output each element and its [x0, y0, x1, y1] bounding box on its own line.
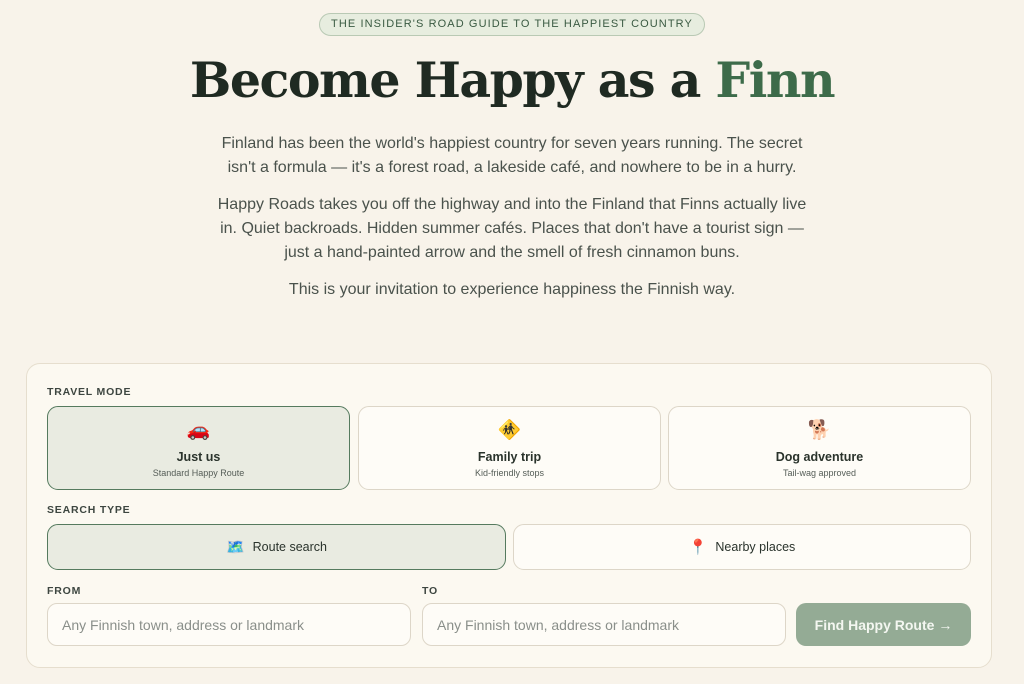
mode-title: Just us	[176, 450, 221, 464]
mode-subtitle: Tail-wag approved	[782, 468, 857, 478]
pin-icon: 📍	[688, 539, 708, 556]
intro-paragraph-1: Finland has been the world's happiest co…	[221, 135, 803, 176]
from-label: FROM	[47, 585, 82, 597]
search-type-label-text: Nearby places	[715, 540, 796, 554]
travel-mode-family-trip[interactable]: 🚸 Family trip Kid-friendly stops	[358, 406, 661, 490]
car-icon: 🚗	[186, 420, 211, 441]
title-main: Become Happy as a	[189, 51, 716, 109]
search-type-label: SEARCH TYPE	[47, 504, 131, 516]
landing-page: THE INSIDER'S ROAD GUIDE TO THE HAPPIEST…	[0, 0, 1024, 684]
title-accent: Finn	[715, 51, 835, 109]
to-label: TO	[422, 585, 438, 597]
eyebrow-wrapper: THE INSIDER'S ROAD GUIDE TO THE HAPPIEST…	[0, 13, 1024, 36]
map-icon: 🗺️	[225, 539, 245, 556]
mode-subtitle: Standard Happy Route	[152, 468, 245, 478]
mode-subtitle: Kid-friendly stops	[474, 468, 545, 478]
travel-mode-dog-adventure[interactable]: 🐕 Dog adventure Tail-wag approved	[668, 406, 971, 490]
intro-text: Finland has been the world's happiest co…	[212, 132, 812, 315]
route-planner-card: TRAVEL MODE 🚗 Just us Standard Happy Rou…	[26, 363, 992, 668]
search-type-route[interactable]: 🗺️ Route search	[47, 524, 506, 570]
mode-title: Dog adventure	[775, 450, 864, 464]
eyebrow-badge: THE INSIDER'S ROAD GUIDE TO THE HAPPIEST…	[319, 13, 705, 36]
family-icon: 🚸	[497, 420, 522, 441]
to-input[interactable]	[422, 603, 786, 646]
travel-mode-label: TRAVEL MODE	[47, 386, 132, 398]
travel-mode-just-us[interactable]: 🚗 Just us Standard Happy Route	[47, 406, 350, 490]
search-type-label-text: Route search	[252, 540, 328, 554]
from-input[interactable]	[47, 603, 411, 646]
intro-paragraph-3: This is your invitation to experience ha…	[288, 281, 736, 298]
page-title: Become Happy as a Finn	[0, 50, 1024, 110]
mode-title: Family trip	[477, 450, 542, 464]
intro-paragraph-2: Happy Roads takes you off the highway an…	[217, 196, 807, 261]
dog-icon: 🐕	[807, 420, 832, 441]
search-type-nearby[interactable]: 📍 Nearby places	[513, 524, 971, 570]
find-happy-route-button[interactable]: Find Happy Route →	[796, 603, 971, 646]
